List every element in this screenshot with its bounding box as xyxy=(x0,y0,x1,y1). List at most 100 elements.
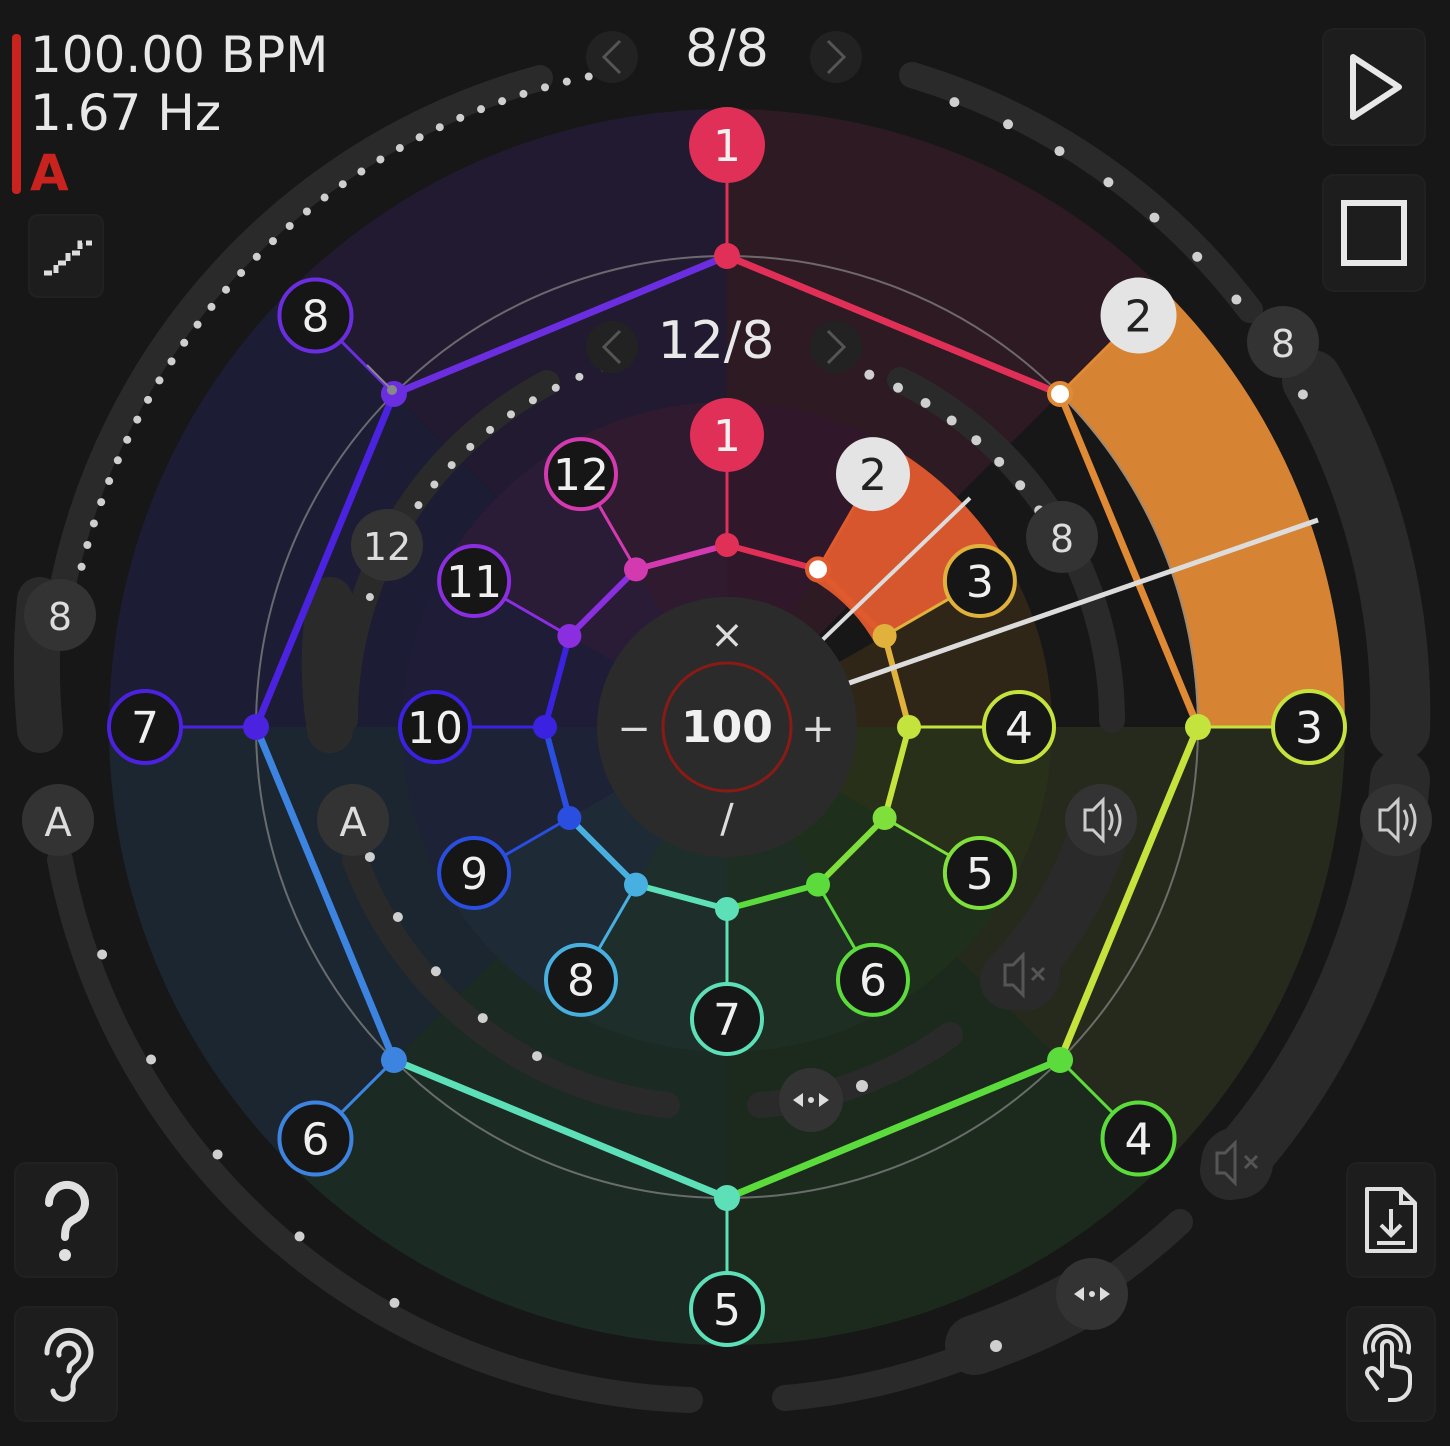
arc-dot xyxy=(477,1013,488,1024)
step-vertex xyxy=(897,715,921,739)
arc-dot xyxy=(1103,177,1114,188)
arc-dot xyxy=(994,456,1005,467)
step-vertex xyxy=(715,897,739,921)
arc-dot xyxy=(357,167,366,176)
step-vertex xyxy=(380,1047,407,1074)
arc-dot xyxy=(146,1054,157,1065)
arc-dot xyxy=(97,498,106,507)
outer-meter-next-button[interactable] xyxy=(810,31,862,83)
step-node-label: 3 xyxy=(966,557,994,608)
arc-dot xyxy=(389,1297,400,1308)
inner-subdivision-badge[interactable]: 8 xyxy=(1026,501,1098,573)
inner-meter-label: 12/8 xyxy=(658,311,775,371)
arc-dot xyxy=(89,519,98,528)
step-node-12[interactable]: 12 xyxy=(544,437,618,512)
inner-preset-badge[interactable]: A xyxy=(317,784,389,856)
arc-dot xyxy=(222,285,231,294)
step-node-label: 6 xyxy=(301,1114,329,1165)
outer-meter-selector: 8/8 xyxy=(586,19,862,83)
step-node-4[interactable]: 4 xyxy=(982,690,1056,764)
inner-volume-button[interactable] xyxy=(1065,784,1137,856)
step-node-6[interactable]: 6 xyxy=(836,942,910,1017)
step-node-9[interactable]: 9 xyxy=(437,836,512,910)
step-vertex xyxy=(533,715,557,739)
arc-dot xyxy=(302,207,311,216)
step-node-10[interactable]: 10 xyxy=(398,690,472,764)
arc-dot xyxy=(435,123,444,132)
arc-dot xyxy=(864,369,875,380)
arc-dot xyxy=(167,357,176,366)
tempo-knob[interactable]: 100 − + × ∕ xyxy=(597,597,857,857)
arc-dot xyxy=(268,237,277,246)
step-node-2[interactable]: 2 xyxy=(836,437,910,512)
step-node-8[interactable]: 8 xyxy=(544,942,618,1017)
touch-mode-button[interactable] xyxy=(1346,1306,1436,1422)
arc-dot xyxy=(133,415,142,424)
outer-swap-button[interactable] xyxy=(1056,1258,1128,1330)
arc-dot xyxy=(1003,119,1014,130)
step-vertex xyxy=(715,533,739,557)
arc-dot xyxy=(477,105,486,114)
arc-dot xyxy=(946,415,957,426)
arc-dot xyxy=(83,541,92,550)
step-node-label: 11 xyxy=(446,557,502,608)
inner-mute-button[interactable] xyxy=(988,939,1060,1011)
step-node-1[interactable]: 1 xyxy=(689,107,765,183)
outer-volume-button[interactable] xyxy=(1360,784,1432,856)
arc-dot xyxy=(237,268,246,277)
help-button[interactable] xyxy=(14,1162,118,1278)
step-node-7[interactable]: 7 xyxy=(690,982,764,1056)
play-button[interactable] xyxy=(1322,28,1426,146)
arc-dot xyxy=(532,1051,542,1062)
outer-mute-button[interactable] xyxy=(1201,1127,1273,1199)
arc-dot xyxy=(123,435,132,444)
step-node-7[interactable]: 7 xyxy=(107,689,183,765)
arc-dot xyxy=(430,480,439,489)
outer-left-subdivision-badge[interactable]: 8 xyxy=(24,579,96,651)
stop-button[interactable] xyxy=(1322,174,1426,292)
listen-button[interactable] xyxy=(14,1306,118,1422)
arc-dot xyxy=(971,435,982,446)
step-node-5[interactable]: 5 xyxy=(942,836,1017,910)
step-node-label: 7 xyxy=(713,995,741,1046)
export-button[interactable] xyxy=(1346,1162,1436,1278)
inner-meter-next-button[interactable] xyxy=(810,321,862,373)
outer-meter-label: 8/8 xyxy=(685,19,769,79)
arc-dot xyxy=(97,949,108,960)
tempo-divide-button[interactable]: ∕ xyxy=(720,796,734,842)
touch-icon xyxy=(1363,1324,1412,1402)
step-node-8[interactable]: 8 xyxy=(277,277,354,354)
step-node-5[interactable]: 5 xyxy=(689,1271,765,1347)
outer-meter-prev-button[interactable] xyxy=(586,31,638,83)
step-node-3[interactable]: 3 xyxy=(1271,689,1347,765)
tempo-decrease-button[interactable]: − xyxy=(617,706,651,752)
preset-indicator-bar xyxy=(12,34,21,194)
step-node-3[interactable]: 3 xyxy=(942,544,1017,618)
step-node-4[interactable]: 4 xyxy=(1100,1100,1177,1177)
arc-dot xyxy=(395,144,404,153)
step-node-2[interactable]: 2 xyxy=(1100,277,1177,354)
arc-dot xyxy=(144,395,153,404)
stairs-icon xyxy=(44,240,92,276)
tempo-increase-button[interactable]: + xyxy=(801,706,835,752)
inner-left-subdivision-badge[interactable]: 12 xyxy=(351,509,423,581)
arc-dot xyxy=(365,593,374,602)
tempo-multiply-button[interactable]: × xyxy=(710,612,744,658)
help-icon xyxy=(44,1180,89,1261)
stairs-mode-button[interactable] xyxy=(28,214,104,298)
step-node-label: 5 xyxy=(966,849,994,900)
arc-dot xyxy=(920,397,931,408)
step-node-label: 7 xyxy=(131,703,159,754)
step-node-6[interactable]: 6 xyxy=(277,1100,354,1177)
outer-subdivision-badge[interactable]: 8 xyxy=(1247,306,1319,378)
arc-dot xyxy=(415,133,424,142)
outer-preset-badge[interactable]: A xyxy=(22,784,94,856)
step-node-11[interactable]: 11 xyxy=(437,544,512,618)
arc-dot xyxy=(364,851,375,862)
step-node-1[interactable]: 1 xyxy=(690,398,764,472)
arc-dot xyxy=(1015,480,1026,491)
rhythm-wheel[interactable]: 100 − + × ∕ 8/8 12/8 8 8 8 12 A A 123456… xyxy=(0,0,1450,1446)
arc-dot xyxy=(1149,212,1160,223)
inner-meter-prev-button[interactable] xyxy=(586,321,638,373)
inner-swap-button[interactable] xyxy=(779,1068,843,1132)
